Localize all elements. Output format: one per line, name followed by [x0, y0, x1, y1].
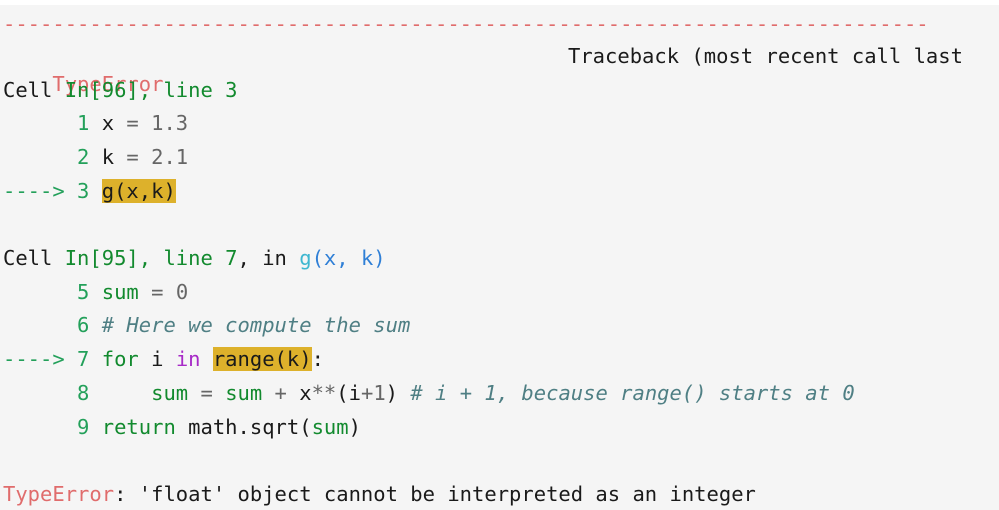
- code-op: +: [360, 381, 374, 405]
- code-call: math.sqrt(: [175, 415, 312, 439]
- code-value: 2.1: [151, 145, 189, 169]
- line-number: 8: [3, 381, 102, 405]
- frame2-args: (x, k): [311, 246, 386, 270]
- line-number: 2: [3, 145, 102, 169]
- error-arrow: ----> 3: [3, 179, 102, 203]
- code-paren: ): [348, 415, 361, 439]
- frame2-line-8: 8 sum = sum + x**(i+1) # i + 1, because …: [3, 379, 855, 407]
- code-var: sum: [311, 415, 349, 439]
- code-var: i: [138, 347, 176, 371]
- line-number: 5: [3, 280, 102, 304]
- code-var: sum: [101, 280, 139, 304]
- frame1-line-1: 1 x = 1.3: [3, 109, 188, 137]
- frame2-in-text: , in: [237, 246, 300, 270]
- code-op: +: [262, 381, 300, 405]
- code-var: x: [101, 111, 115, 135]
- code-var: sum: [151, 381, 189, 405]
- code-comment: # i + 1, because range() starts at 0: [410, 381, 855, 405]
- code-value: 0: [175, 280, 189, 304]
- code-value: 1: [373, 381, 386, 405]
- separator-line: ----------------------------------------…: [3, 12, 929, 36]
- error-arrow: ----> 7: [3, 347, 102, 371]
- final-error-line: TypeError: 'float' object cannot be inte…: [3, 480, 756, 508]
- line-number: 6: [3, 313, 102, 337]
- traceback-output: ----------------------------------------…: [0, 5, 999, 510]
- code-op: =: [114, 145, 152, 169]
- code-value: 1.3: [151, 111, 189, 135]
- frame1-arrow-line: ----> 3 g(x,k): [3, 177, 176, 205]
- code-var: k: [101, 145, 115, 169]
- frame2-cell-ref: In[95], line 7: [64, 246, 238, 270]
- line-number: 9: [3, 415, 102, 439]
- traceback-header: TypeError: [3, 42, 163, 96]
- highlighted-call: range(k): [212, 347, 312, 371]
- code-paren: (i: [336, 381, 361, 405]
- frame1-cell-ref: In[96], line 3: [64, 78, 238, 102]
- code-var: x: [299, 381, 312, 405]
- code-op: **: [311, 381, 337, 405]
- keyword-return: return: [101, 415, 176, 439]
- frame2-func: g: [299, 246, 312, 270]
- frame2-arrow-line: ----> 7 for i in range(k):: [3, 345, 324, 373]
- highlighted-call: g(x,k): [101, 179, 176, 203]
- frame2-line-6: 6 # Here we compute the sum: [3, 311, 410, 339]
- frame1-location: Cell In[96], line 3: [3, 76, 238, 104]
- final-error-message: : 'float' object cannot be interpreted a…: [114, 482, 756, 506]
- keyword-for: for: [101, 347, 139, 371]
- code-op: =: [114, 111, 152, 135]
- frame1-line-2: 2 k = 2.1: [3, 143, 188, 171]
- code-op: =: [138, 280, 176, 304]
- traceback-header-right: Traceback (most recent call last: [568, 44, 963, 68]
- frame1-cell-prefix: Cell: [3, 78, 65, 102]
- code-comment: # Here we compute the sum: [101, 313, 411, 337]
- code-colon: :: [311, 347, 324, 371]
- code-op: =: [188, 381, 226, 405]
- frame2-location: Cell In[95], line 7, in g(x, k): [3, 244, 386, 272]
- keyword-in: in: [175, 347, 201, 371]
- frame2-cell-prefix: Cell: [3, 246, 65, 270]
- frame2-line-9: 9 return math.sqrt(sum): [3, 413, 361, 441]
- frame2-line-5: 5 sum = 0: [3, 278, 188, 306]
- code-paren: ): [385, 381, 411, 405]
- code-var: sum: [225, 381, 263, 405]
- final-error-type: TypeError: [3, 482, 115, 506]
- line-number: 1: [3, 111, 102, 135]
